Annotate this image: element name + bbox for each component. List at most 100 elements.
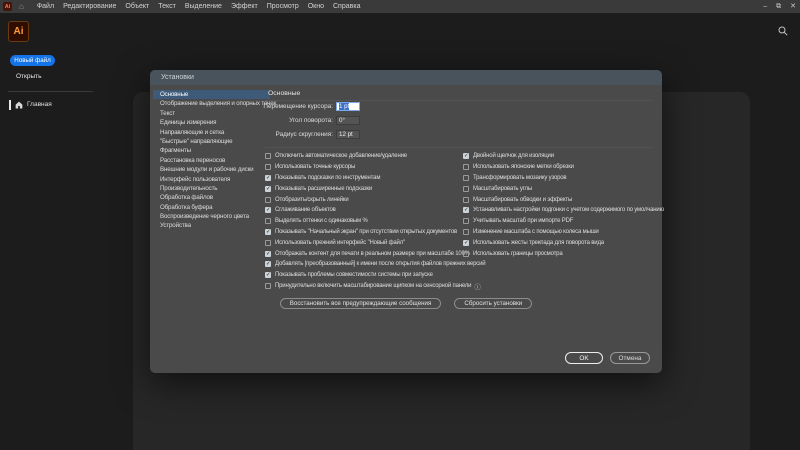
checkbox-row[interactable]: Учитывать масштаб при импорте PDF [463, 216, 661, 227]
checkbox[interactable]: ✓ [265, 229, 271, 235]
checkbox-label: Показывать расширенные подсказки [275, 186, 372, 192]
checkbox-row[interactable]: Использовать прежний интерфейс "Новый фа… [265, 237, 463, 248]
checkbox-row[interactable]: ✓Устанавливать настройки подгонки с учет… [463, 205, 661, 216]
checkbox-row[interactable]: Использовать точные курсоры [265, 162, 463, 173]
menu-item[interactable]: Текст [158, 3, 176, 10]
checkbox-row[interactable]: Использовать японские метки обрезки [463, 162, 661, 173]
checkbox-row[interactable]: Принудительно включить масштабирование щ… [265, 281, 463, 292]
checkbox[interactable] [265, 240, 271, 246]
field-rows: Перемещение курсора:1 pt Угол поворота:0°… [160, 102, 360, 144]
checkbox-row[interactable]: Использовать границы просмотра [463, 248, 661, 259]
restore-warnings-button[interactable]: Восстановить все предупреждающие сообщен… [280, 298, 442, 309]
checkbox[interactable]: ✓ [265, 261, 271, 267]
ok-button[interactable]: OK [565, 352, 603, 364]
checkbox[interactable]: ✓ [265, 175, 271, 181]
checkbox-row[interactable]: Масштабировать углы [463, 183, 661, 194]
menu-items: Файл Редактирование Объект Текст Выделение Эф… [37, 3, 361, 10]
category-item[interactable]: Интерфейс пользователя [153, 175, 270, 184]
checkbox[interactable]: ✓ [265, 207, 271, 213]
category-item[interactable]: Устройства [153, 221, 270, 230]
field-label: Радиус скругления: [276, 131, 333, 138]
menu-item[interactable]: Объект [125, 3, 149, 10]
checkbox-label: Показывать подсказки по инструментам [275, 175, 380, 181]
menu-item[interactable]: Выделение [185, 3, 222, 10]
checkbox-label: Принудительно включить масштабирование щ… [275, 283, 471, 289]
menu-item[interactable]: Справка [333, 3, 360, 10]
window-controls: –⧉ ✕ [763, 0, 796, 13]
checkbox[interactable]: ✓ [265, 251, 271, 257]
checkbox-row[interactable]: ✓Показывать проблемы совместимости систе… [265, 270, 463, 281]
category-item[interactable]: Основные [153, 90, 270, 99]
checkbox[interactable] [265, 218, 271, 224]
checkbox-row[interactable]: ✓Добавлять [преобразованный] к имени пос… [265, 259, 463, 270]
checkbox-row[interactable]: ✓ Показывать подсказки по инструментам [265, 173, 463, 184]
checkbox-row[interactable]: Выделять оттенки с одинаковым % [265, 216, 463, 227]
reset-preferences-button[interactable]: Сбросить установки [454, 298, 532, 309]
checkbox-row[interactable]: ✓Сглаживание объектов [265, 205, 463, 216]
sidebar-item-home[interactable]: Главная [9, 99, 52, 110]
new-file-button[interactable]: Новый файл [10, 55, 55, 66]
dialog-title[interactable]: Установки [150, 70, 662, 85]
checkbox[interactable] [265, 153, 271, 159]
checkbox-row[interactable]: Трансформировать мозаику узоров [463, 173, 661, 184]
field-input[interactable]: 1 pt [336, 102, 360, 111]
field-input[interactable]: 0° [336, 116, 360, 125]
menu-item[interactable]: Эффект [231, 3, 258, 10]
info-icon[interactable]: ⓘ [474, 281, 481, 291]
checkbox-label: Показывать "Начальный экран" при отсутст… [275, 229, 457, 235]
checkbox-row[interactable]: ✓Использовать жесты трекпада для поворот… [463, 237, 661, 248]
checkbox-row[interactable]: Масштабировать обводки и эффекты [463, 194, 661, 205]
category-item[interactable]: Расстановка переносов [153, 156, 270, 165]
checkbox[interactable] [463, 175, 469, 181]
checkbox[interactable] [463, 197, 469, 203]
checkbox-row[interactable]: ✓Отображать контент для печати в реально… [265, 248, 463, 259]
field-input[interactable]: 12 pt [336, 130, 360, 139]
checkbox[interactable] [463, 186, 469, 192]
field-row: Перемещение курсора:1 pt [160, 102, 360, 111]
checkbox-row[interactable]: Изменение масштаба с помощью колеса мыши [463, 227, 661, 238]
checkbox[interactable]: ✓ [463, 240, 469, 246]
checkbox-row[interactable]: ✓ Показывать "Начальный экран" при отсутс… [265, 227, 463, 238]
checkbox-label: Отображать контент для печати в реальном… [275, 251, 470, 257]
checkbox[interactable] [463, 218, 469, 224]
category-item[interactable]: Внешние модули и рабочие диски [153, 165, 270, 174]
checkbox[interactable]: ✓ [463, 207, 469, 213]
checkbox-label: Масштабировать обводки и эффекты [473, 197, 572, 203]
illustrator-window: Ai ⌂ ФайлРедактированиеОбъектТекстВыделе… [0, 0, 800, 450]
search-icon[interactable] [778, 23, 788, 33]
checkbox[interactable] [265, 164, 271, 170]
close-icon[interactable]: ✕ [790, 0, 796, 13]
category-item[interactable]: Обработка файлов [153, 193, 270, 202]
checkbox[interactable]: ✓ [265, 272, 271, 278]
checkbox-label: Выделять оттенки с одинаковым % [275, 218, 368, 224]
category-item[interactable]: Фрагменты [153, 146, 270, 155]
checkbox[interactable] [463, 164, 469, 170]
menu-item[interactable]: Редактирование [63, 3, 116, 10]
checkbox[interactable] [463, 229, 469, 235]
menu-item[interactable]: Файл [37, 3, 54, 10]
checkbox-row[interactable]: Отобразить/скрыть линейки [265, 194, 463, 205]
selected-text: 1 pt [339, 103, 349, 110]
checkbox[interactable] [265, 283, 271, 289]
checkbox-label: Учитывать масштаб при импорте PDF [473, 218, 573, 224]
menu-item[interactable]: Просмотр [267, 3, 299, 10]
minimize-icon[interactable]: – [763, 0, 767, 13]
category-item[interactable]: Обработка буфера [153, 203, 270, 212]
open-button[interactable]: Открыть [16, 73, 42, 80]
checkbox-row[interactable]: Отключить автоматическое добавление/удал… [265, 151, 463, 162]
category-item[interactable]: Производительность [153, 184, 270, 193]
checkbox[interactable]: ✓ [265, 186, 271, 192]
field-row: Угол поворота:0° [160, 116, 360, 125]
cancel-button[interactable]: Отмена [610, 352, 650, 364]
titlebar-home-icon[interactable]: ⌂ [19, 0, 24, 13]
footer-buttons: Восстановить все предупреждающие сообщен… [150, 298, 662, 309]
checkbox-row[interactable]: ✓ Показывать расширенные подсказки [265, 183, 463, 194]
checkbox-label: Использовать прежний интерфейс "Новый фа… [275, 240, 405, 246]
checkbox[interactable] [463, 251, 469, 257]
category-item[interactable]: Воспроизведение черного цвета [153, 212, 270, 221]
menu-item[interactable]: Окно [308, 3, 324, 10]
restore-icon[interactable]: ⧉ [776, 0, 781, 13]
checkbox-row[interactable]: ✓Двойной щелчок для изоляции [463, 151, 661, 162]
checkbox[interactable] [265, 197, 271, 203]
checkbox[interactable]: ✓ [463, 153, 469, 159]
